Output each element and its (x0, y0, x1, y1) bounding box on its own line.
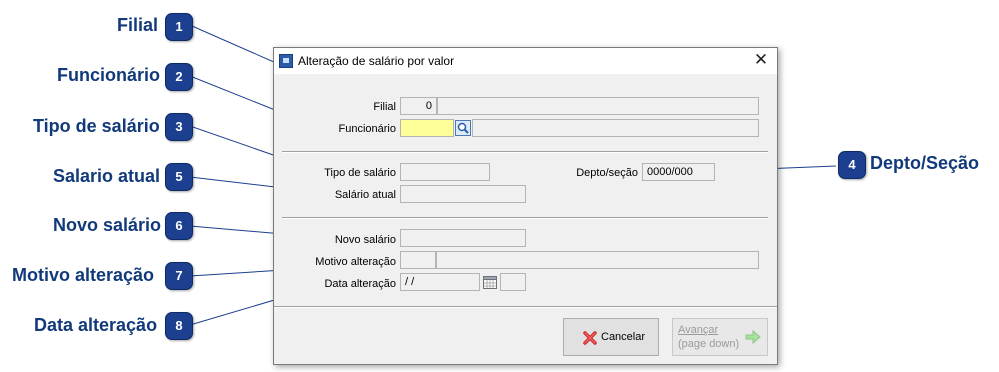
close-icon[interactable]: ✕ (751, 50, 771, 70)
depto-secao-field: 0000/000 (642, 163, 715, 181)
callout-badge-1: 1 (165, 13, 193, 41)
leader-line-1 (191, 25, 284, 67)
callout-badge-3: 3 (165, 113, 193, 141)
funcionario-code-input[interactable] (400, 119, 454, 137)
tipo-salario-field (400, 163, 490, 181)
motivo-alteracao-code-input[interactable] (400, 251, 436, 269)
salario-atual-field (400, 185, 526, 203)
dialog-title: Alteração de salário por valor (298, 54, 455, 68)
salario-atual-label: Salário atual (334, 189, 396, 201)
data-alteracao-input[interactable]: / / (400, 273, 480, 291)
dialog-titlebar[interactable]: Alteração de salário por valor ✕ (274, 48, 777, 74)
data-alteracao-label: Data alteração (324, 278, 396, 290)
salary-change-dialog: Alteração de salário por valor ✕ Filial … (273, 47, 778, 365)
callout-badge-6: 6 (165, 212, 193, 240)
advance-button[interactable]: Avançar (page down) (672, 318, 768, 356)
tipo-salario-label: Tipo de salário (324, 167, 396, 179)
funcionario-lookup-icon[interactable] (455, 120, 471, 136)
section-divider-1 (282, 151, 768, 153)
advance-button-label-line1: Avançar (678, 324, 719, 336)
filial-label: Filial (373, 101, 396, 113)
motivo-alteracao-label: Motivo alteração (315, 256, 396, 268)
novo-salario-label: Novo salário (334, 234, 396, 246)
green-arrow-right-icon (745, 330, 761, 344)
motivo-alteracao-description-field (436, 251, 759, 269)
callout-badge-4: 4 (838, 151, 866, 179)
calendar-icon[interactable] (483, 275, 497, 289)
cancel-button-label: Cancelar (601, 331, 646, 343)
callout-badge-8: 8 (165, 312, 193, 340)
filial-description-field (437, 97, 759, 115)
callout-badge-2: 2 (165, 63, 193, 91)
callout-label-7: Motivo alteração (12, 265, 155, 285)
callout-badge-5: 5 (165, 163, 193, 191)
callout-label-6: Novo salário (53, 215, 162, 235)
callout-label-8: Data alteração (34, 315, 158, 335)
funcionario-label: Funcionário (338, 123, 396, 135)
footer-divider (274, 306, 777, 308)
advance-button-label-line2: (page down) (678, 338, 740, 350)
callout-label-3: Tipo de salário (33, 116, 160, 136)
data-alteracao-extra-field (500, 273, 526, 291)
red-x-icon (583, 331, 597, 345)
depto-secao-label: Depto/seção (576, 167, 638, 179)
callout-badge-7: 7 (165, 262, 193, 290)
filial-code-input[interactable]: 0 (400, 97, 437, 115)
callout-label-2: Funcionário (57, 65, 160, 85)
callout-label-1: Filial (117, 15, 159, 35)
callout-label-5: Salario atual (53, 166, 161, 186)
section-divider-2 (282, 217, 768, 219)
funcionario-name-field (472, 119, 759, 137)
app-window-icon (279, 54, 293, 68)
callout-label-4: Depto/Seção (870, 153, 980, 173)
novo-salario-input[interactable] (400, 229, 526, 247)
cancel-button[interactable]: Cancelar (563, 318, 659, 356)
